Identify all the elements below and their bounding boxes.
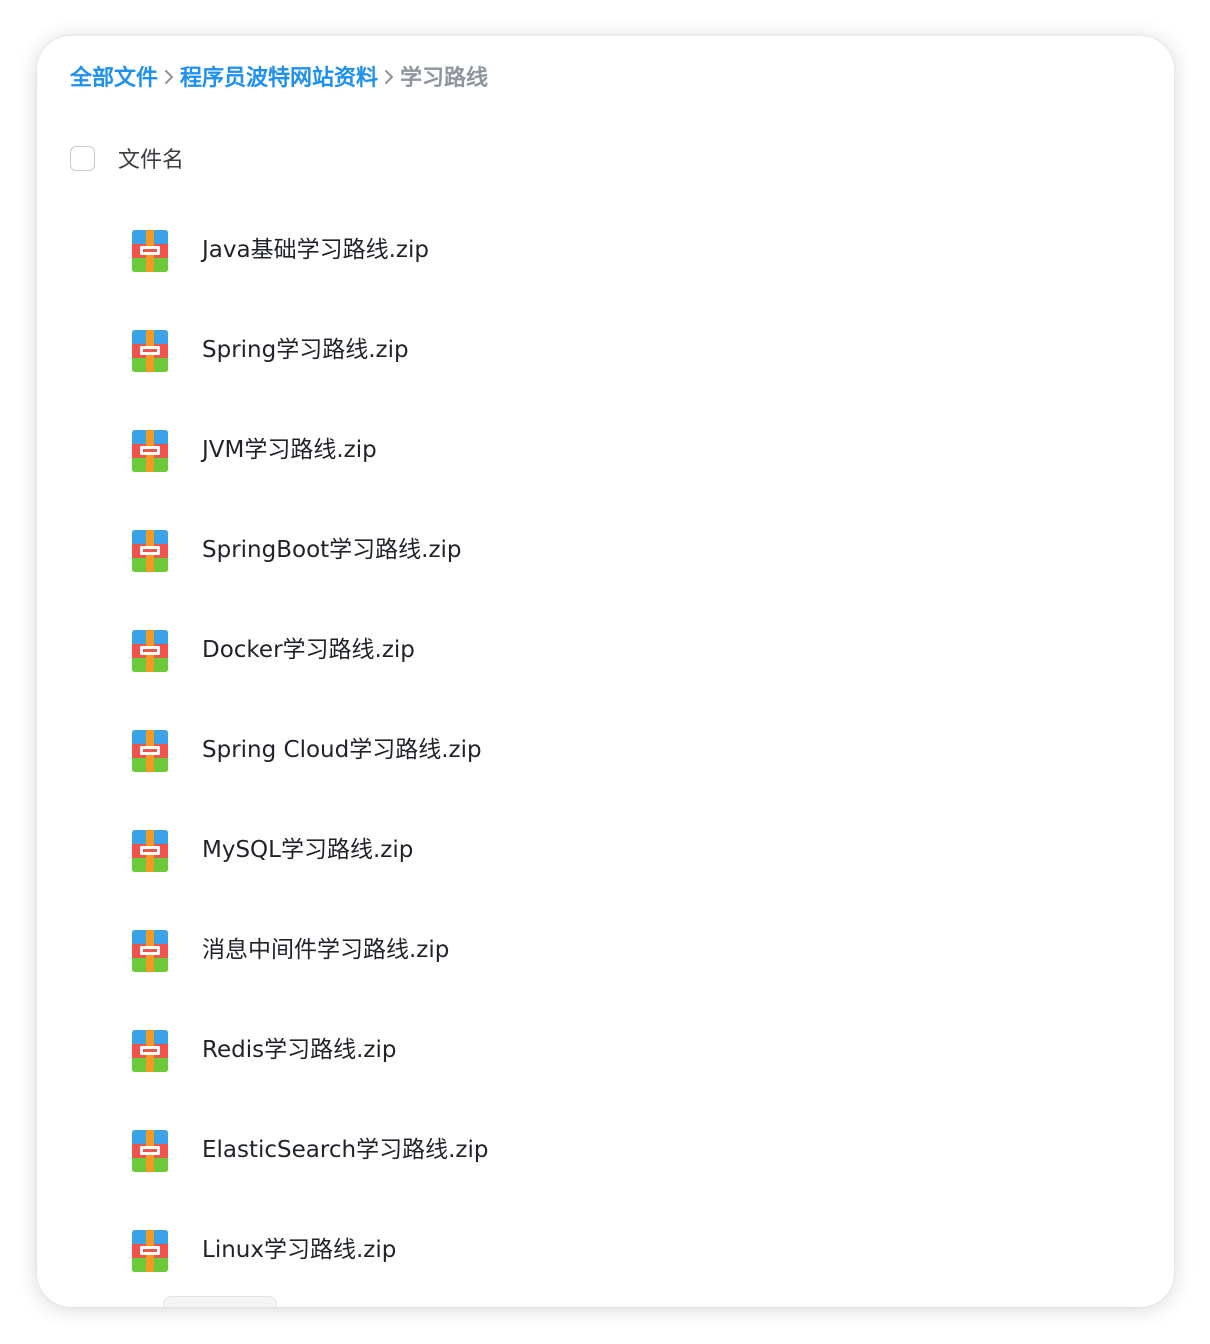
file-name[interactable]: Spring学习路线.zip	[202, 333, 409, 367]
zip-archive-icon	[132, 930, 168, 972]
horizontal-scrollbar[interactable]	[163, 1296, 277, 1307]
zip-archive-icon	[132, 530, 168, 572]
file-row[interactable]: Docker学习路线.zip	[37, 600, 1174, 700]
zip-archive-icon	[132, 1030, 168, 1072]
file-name[interactable]: Redis学习路线.zip	[202, 1033, 396, 1067]
file-name[interactable]: ElasticSearch学习路线.zip	[202, 1133, 488, 1167]
file-row[interactable]: 消息中间件学习路线.zip	[37, 900, 1174, 1000]
file-list: Java基础学习路线.zip Spring学习路线.zip JVM学习路线.zi…	[37, 200, 1174, 1300]
file-name[interactable]: Docker学习路线.zip	[202, 633, 415, 667]
file-row[interactable]: Redis学习路线.zip	[37, 1000, 1174, 1100]
file-row[interactable]: Linux学习路线.zip	[37, 1200, 1174, 1300]
file-browser-window: 全部文件 程序员波特网站资料 学习路线 文件名 Java基础学习路线.zip S…	[37, 36, 1174, 1307]
file-name[interactable]: MySQL学习路线.zip	[202, 833, 413, 867]
zip-archive-icon	[132, 230, 168, 272]
zip-archive-icon	[132, 1130, 168, 1172]
zip-archive-icon	[132, 330, 168, 372]
file-name[interactable]: SpringBoot学习路线.zip	[202, 533, 462, 567]
breadcrumb: 全部文件 程序员波特网站资料 学习路线	[70, 58, 488, 94]
breadcrumb-website-materials[interactable]: 程序员波特网站资料	[180, 60, 378, 92]
file-row[interactable]: SpringBoot学习路线.zip	[37, 500, 1174, 600]
column-header-filename[interactable]: 文件名	[118, 142, 184, 174]
list-header: 文件名	[70, 142, 184, 174]
zip-archive-icon	[132, 830, 168, 872]
zip-archive-icon	[132, 630, 168, 672]
file-row[interactable]: Spring Cloud学习路线.zip	[37, 700, 1174, 800]
file-name[interactable]: 消息中间件学习路线.zip	[202, 933, 449, 967]
chevron-right-icon	[378, 58, 400, 94]
zip-archive-icon	[132, 430, 168, 472]
zip-archive-icon	[132, 1230, 168, 1272]
file-name[interactable]: JVM学习路线.zip	[202, 433, 377, 467]
breadcrumb-all-files[interactable]: 全部文件	[70, 60, 158, 92]
file-row[interactable]: Spring学习路线.zip	[37, 300, 1174, 400]
select-all-checkbox[interactable]	[70, 145, 95, 171]
file-row[interactable]: MySQL学习路线.zip	[37, 800, 1174, 900]
chevron-right-icon	[158, 58, 180, 94]
file-row[interactable]: JVM学习路线.zip	[37, 400, 1174, 500]
file-row[interactable]: Java基础学习路线.zip	[37, 200, 1174, 300]
file-name[interactable]: Java基础学习路线.zip	[202, 233, 429, 267]
zip-archive-icon	[132, 730, 168, 772]
breadcrumb-current: 学习路线	[400, 66, 489, 91]
file-name[interactable]: Linux学习路线.zip	[202, 1233, 396, 1267]
file-name[interactable]: Spring Cloud学习路线.zip	[202, 733, 482, 767]
file-row[interactable]: ElasticSearch学习路线.zip	[37, 1100, 1174, 1200]
